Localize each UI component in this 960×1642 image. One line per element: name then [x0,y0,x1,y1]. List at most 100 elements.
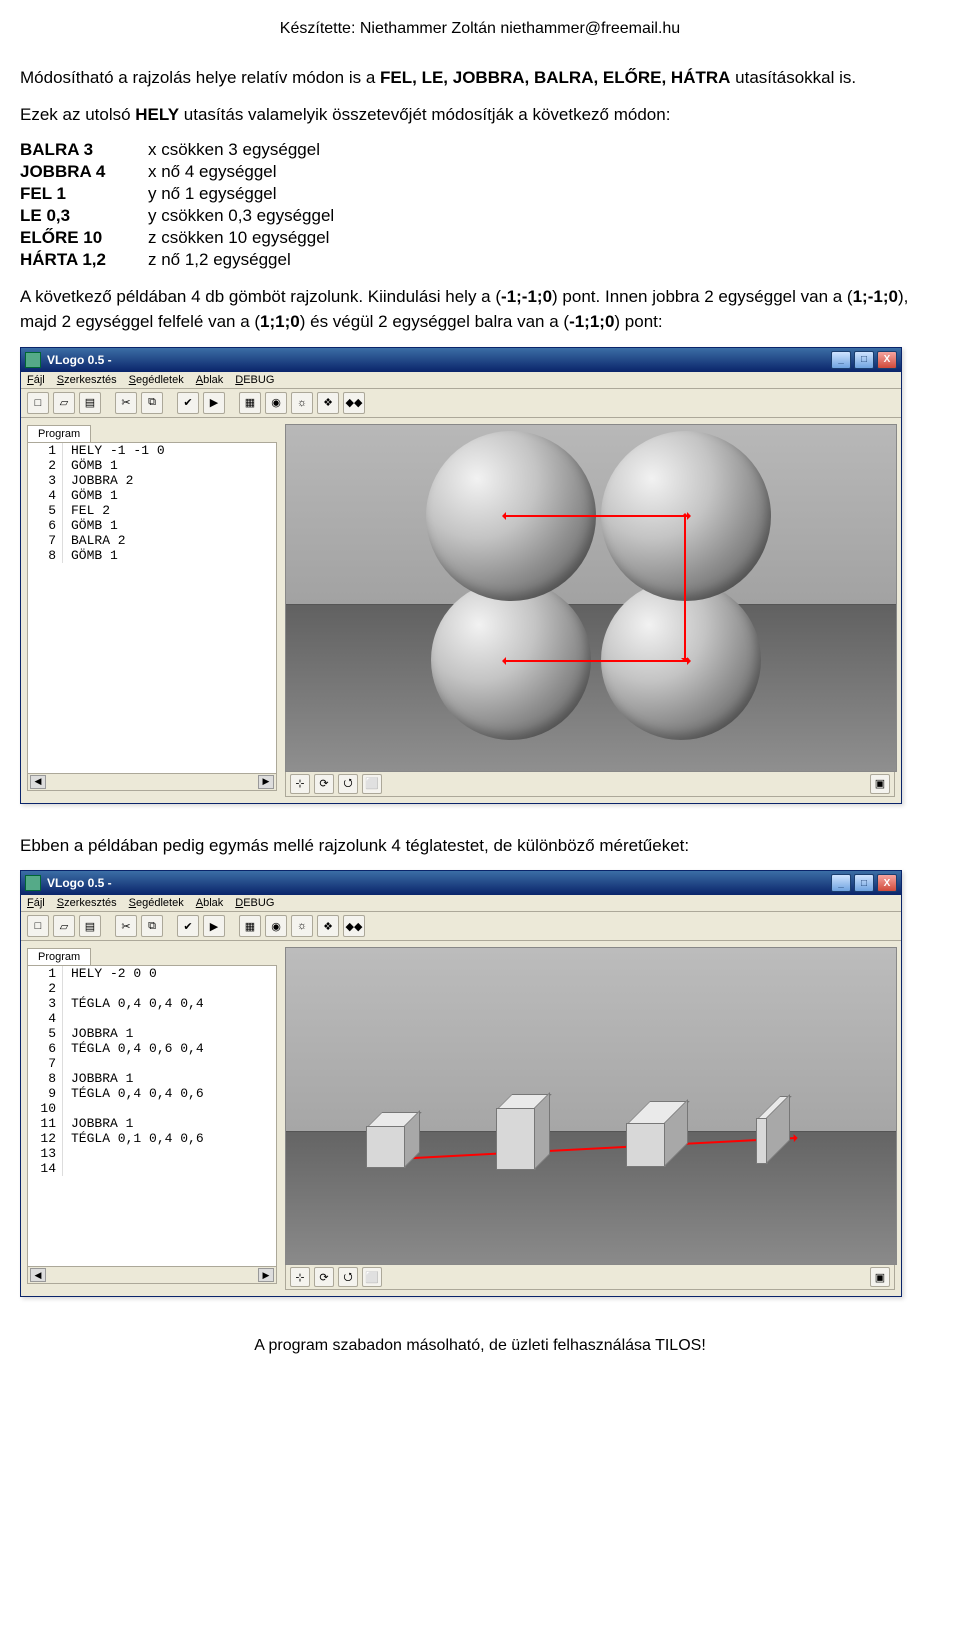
toolbar-button[interactable]: ▶ [203,915,225,937]
viewport-button[interactable]: ⟳ [314,1267,334,1287]
toolbar-button[interactable]: ✔ [177,392,199,414]
menu-item[interactable]: Segédletek [129,897,184,909]
toolbar-button[interactable]: ⧉ [141,915,163,937]
page-footer: A program szabadon másolható, de üzleti … [20,1337,940,1355]
viewport-button[interactable]: ▣ [870,1267,890,1287]
toolbar: □▱▤ ✂⧉ ✔▶ ▦◉☼❖◆◆ [21,389,901,418]
line-number: 5 [28,1026,63,1041]
code-text: JOBBRA 1 [63,1071,133,1086]
line-number: 1 [28,966,63,981]
close-button[interactable]: X [877,874,897,892]
toolbar-button[interactable]: ▶ [203,392,225,414]
code-line: 1HELY -2 0 0 [28,966,276,981]
page-header: Készítette: Niethammer Zoltán niethammer… [20,20,940,38]
toolbar-button[interactable]: ✂ [115,392,137,414]
viewport-button[interactable]: ⬜ [362,774,382,794]
horizontal-scrollbar[interactable]: ◀ ▶ [27,1267,277,1284]
bold-hely: HELY [135,105,179,124]
toolbar-button[interactable]: ▤ [79,392,101,414]
titlebar[interactable]: VLogo 0.5 - _ □ X [21,348,901,372]
arrow-horizontal [376,1137,796,1161]
menu-item[interactable]: Szerkesztés [57,374,117,386]
viewport-button[interactable]: ⬜ [362,1267,382,1287]
toolbar-button[interactable]: ▦ [239,915,261,937]
tab-program[interactable]: Program [27,425,91,442]
viewport-button[interactable]: ⭯ [338,1267,358,1287]
horizontal-scrollbar[interactable]: ◀ ▶ [27,774,277,791]
scroll-right-icon[interactable]: ▶ [258,1268,274,1282]
code-text: JOBBRA 1 [63,1026,133,1041]
maximize-button[interactable]: □ [854,351,874,369]
desc-cell: z nő 1,2 egységgel [148,249,342,271]
line-number: 7 [28,1056,63,1071]
cmd-cell: HÁRTA 1,2 [20,249,148,271]
code-text: HELY -1 -1 0 [63,443,165,458]
toolbar-button[interactable]: ▱ [53,392,75,414]
viewport-button[interactable]: ⊹ [290,1267,310,1287]
toolbar-button[interactable]: ▦ [239,392,261,414]
table-row: JOBBRA 4x nő 4 egységgel [20,161,342,183]
toolbar-button[interactable]: ☼ [291,392,313,414]
scroll-left-icon[interactable]: ◀ [30,775,46,789]
toolbar-button[interactable]: ⧉ [141,392,163,414]
arrow-vertical [684,515,686,660]
render-viewport[interactable] [285,424,897,772]
titlebar[interactable]: VLogo 0.5 - _ □ X [21,871,901,895]
menubar: Fájl Szerkesztés Segédletek Ablak DEBUG [21,372,901,389]
line-number: 2 [28,981,63,996]
viewport-button[interactable]: ⭯ [338,774,358,794]
code-line: 3JOBBRA 2 [28,473,276,488]
paragraph-2: Ezek az utolsó HELY utasítás valamelyik … [20,103,940,128]
toolbar-button[interactable]: □ [27,915,49,937]
code-editor[interactable]: 1HELY -2 0 023TÉGLA 0,4 0,4 0,445JOBBRA … [27,965,277,1267]
viewport-button[interactable]: ▣ [870,774,890,794]
toolbar-button[interactable]: ❖ [317,915,339,937]
toolbar-button[interactable]: ◉ [265,392,287,414]
code-line: 14 [28,1161,276,1176]
paragraph-4: Ebben a példában pedig egymás mellé rajz… [20,834,940,859]
horizon-line [286,604,896,605]
menu-item[interactable]: Ablak [196,897,224,909]
code-text [63,981,71,996]
menu-item[interactable]: Segédletek [129,374,184,386]
toolbar-button[interactable]: ◆◆ [343,392,365,414]
menu-item[interactable]: Ablak [196,374,224,386]
line-number: 3 [28,996,63,1011]
minimize-button[interactable]: _ [831,351,851,369]
line-number: 4 [28,1011,63,1026]
scroll-right-icon[interactable]: ▶ [258,775,274,789]
coord: -1;-1;0 [501,287,552,306]
code-line: 8GÖMB 1 [28,548,276,563]
menu-item[interactable]: Szerkesztés [57,897,117,909]
toolbar-button[interactable]: ❖ [317,392,339,414]
toolbar-button[interactable]: ▤ [79,915,101,937]
menu-item[interactable]: DEBUG [235,897,274,909]
maximize-button[interactable]: □ [854,874,874,892]
toolbar-button[interactable]: ▱ [53,915,75,937]
cmd-cell: JOBBRA 4 [20,161,148,183]
code-text: JOBBRA 2 [63,473,133,488]
code-text [63,1146,71,1161]
code-editor[interactable]: 1HELY -1 -1 02GÖMB 13JOBBRA 24GÖMB 15FEL… [27,442,277,774]
menu-item[interactable]: DEBUG [235,374,274,386]
viewport-button[interactable]: ⟳ [314,774,334,794]
minimize-button[interactable]: _ [831,874,851,892]
toolbar-button[interactable]: ☼ [291,915,313,937]
menu-item[interactable]: Fájl [27,897,45,909]
close-button[interactable]: X [877,351,897,369]
menu-item[interactable]: Fájl [27,374,45,386]
text: Módosítható a rajzolás helye relatív mód… [20,68,380,87]
toolbar-button[interactable]: ✂ [115,915,137,937]
paragraph-3: A következő példában 4 db gömböt rajzolu… [20,285,940,334]
code-text: TÉGLA 0,4 0,4 0,6 [63,1086,204,1101]
toolbar-button[interactable]: ◉ [265,915,287,937]
code-text: TÉGLA 0,4 0,4 0,4 [63,996,204,1011]
toolbar-button[interactable]: ✔ [177,915,199,937]
window-title: VLogo 0.5 - [47,876,112,890]
viewport-button[interactable]: ⊹ [290,774,310,794]
tab-program[interactable]: Program [27,948,91,965]
toolbar-button[interactable]: □ [27,392,49,414]
scroll-left-icon[interactable]: ◀ [30,1268,46,1282]
render-viewport[interactable] [285,947,897,1265]
toolbar-button[interactable]: ◆◆ [343,915,365,937]
